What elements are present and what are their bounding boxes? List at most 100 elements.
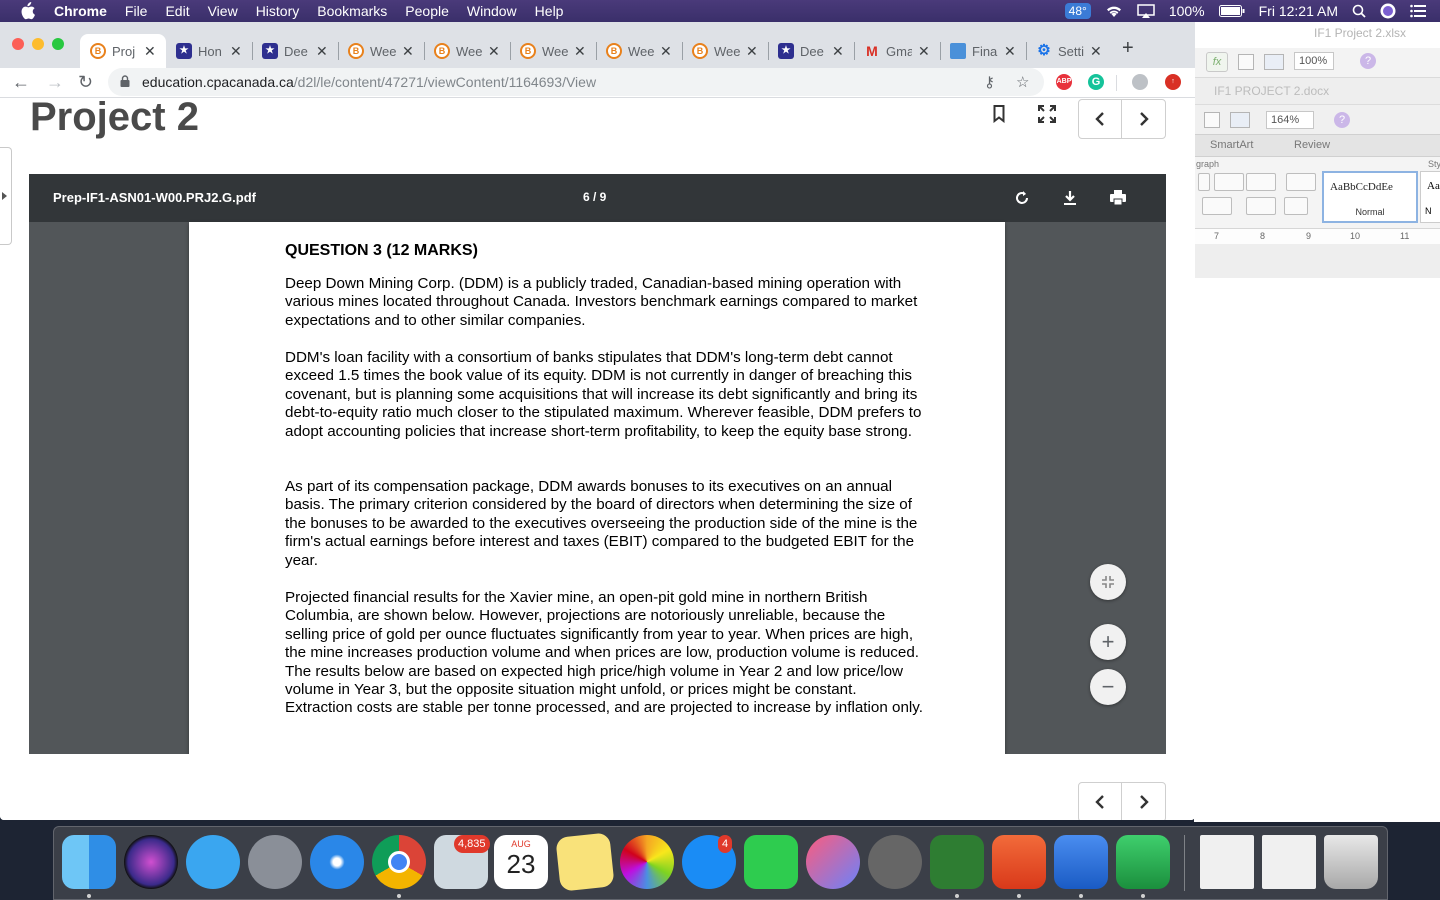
tab-settings[interactable]: ⚙ Setti ✕ (1026, 34, 1112, 68)
menu-history[interactable]: History (256, 3, 300, 19)
print-icon[interactable] (1108, 188, 1128, 208)
notes-icon[interactable] (555, 832, 615, 892)
next-page-button[interactable] (1122, 100, 1165, 138)
bookmark-star-icon[interactable]: ☆ (1016, 73, 1029, 91)
photos-icon[interactable] (620, 835, 674, 889)
reload-icon[interactable]: ↻ (78, 72, 93, 93)
music-icon[interactable] (806, 835, 860, 889)
forward-arrow-icon[interactable]: → (46, 72, 64, 93)
system-preferences-icon[interactable] (868, 835, 922, 889)
menu-clock[interactable]: Fri 12:21 AM (1259, 3, 1338, 19)
excel-zoom-field[interactable]: 100% (1294, 52, 1334, 70)
excel-table-icon[interactable] (1238, 54, 1254, 70)
powerpoint-icon[interactable] (992, 835, 1046, 889)
window-minimize-button[interactable] (32, 38, 44, 50)
menu-view[interactable]: View (208, 3, 238, 19)
tab-home[interactable]: ★ Hon ✕ (166, 34, 252, 68)
notification-center-icon[interactable] (1410, 4, 1426, 18)
menu-help[interactable]: Help (535, 3, 564, 19)
apple-menu-icon[interactable] (18, 2, 36, 20)
borders-icon[interactable] (1246, 197, 1276, 215)
document-stack-icon[interactable] (1200, 835, 1254, 889)
excel-icon[interactable] (1116, 835, 1170, 889)
word-ruler[interactable]: 7 8 9 10 11 (1194, 228, 1440, 244)
excel-gallery-icon[interactable] (1264, 54, 1284, 70)
url-text[interactable]: education.cpacanada.ca/d2l/le/content/47… (142, 74, 596, 90)
excel-fx-icon[interactable]: fx (1206, 52, 1228, 72)
columns-icon[interactable] (1286, 173, 1316, 191)
adblock-icon[interactable]: ABP (1056, 74, 1072, 90)
increase-indent-icon[interactable] (1246, 173, 1276, 191)
ribbon-tab-review[interactable]: Review (1294, 139, 1330, 151)
close-icon[interactable]: ✕ (660, 43, 672, 60)
menu-app-name[interactable]: Chrome (54, 3, 107, 19)
tab-week[interactable]: B Wee ✕ (424, 34, 510, 68)
safari-icon[interactable] (310, 835, 364, 889)
trash-icon[interactable] (1324, 835, 1378, 889)
excel-window-title[interactable]: IF1 Project 2.xlsx (1314, 26, 1406, 40)
menu-people[interactable]: People (405, 3, 449, 19)
style-next[interactable]: Aa N (1420, 171, 1440, 223)
grammarly-icon[interactable]: G (1088, 74, 1104, 90)
list-dropdown-icon[interactable] (1198, 173, 1210, 191)
decrease-indent-icon[interactable] (1214, 173, 1244, 191)
tab-project[interactable]: B Proj ✕ (80, 34, 166, 68)
close-icon[interactable]: ✕ (832, 43, 844, 60)
word-table-icon[interactable] (1204, 112, 1220, 128)
messenger-icon[interactable] (186, 835, 240, 889)
next-page-button[interactable] (1122, 783, 1165, 820)
menu-edit[interactable]: Edit (165, 3, 189, 19)
tab-gmail[interactable]: M Gma ✕ (854, 34, 940, 68)
tab-week[interactable]: B Wee ✕ (338, 34, 424, 68)
spotlight-search-icon[interactable] (1352, 4, 1366, 18)
ribbon-tab-smartart[interactable]: SmartArt (1210, 139, 1253, 151)
menu-bookmarks[interactable]: Bookmarks (317, 3, 387, 19)
rotate-icon[interactable] (1012, 188, 1032, 208)
project-icon[interactable] (930, 835, 984, 889)
chrome-icon[interactable] (372, 835, 426, 889)
profile-avatar[interactable] (1132, 74, 1148, 90)
close-icon[interactable]: ✕ (918, 43, 930, 60)
fullscreen-icon[interactable] (1038, 105, 1056, 123)
window-zoom-button[interactable] (52, 38, 64, 50)
close-icon[interactable]: ✕ (144, 43, 156, 60)
close-icon[interactable]: ✕ (402, 43, 414, 60)
menu-file[interactable]: File (125, 3, 148, 19)
word-gallery-icon[interactable] (1230, 112, 1250, 128)
close-icon[interactable]: ✕ (574, 43, 586, 60)
download-icon[interactable] (1060, 188, 1080, 208)
downloads-stack-icon[interactable] (1262, 835, 1316, 889)
tab-deep-down[interactable]: ★ Dee ✕ (252, 34, 338, 68)
excel-help-icon[interactable]: ? (1360, 53, 1376, 69)
lock-icon[interactable] (120, 75, 130, 87)
shading-icon[interactable] (1284, 197, 1308, 215)
zoom-out-button[interactable]: − (1090, 669, 1126, 705)
close-icon[interactable]: ✕ (1090, 43, 1102, 60)
tab-week[interactable]: B Wee ✕ (682, 34, 768, 68)
tab-week[interactable]: B Wee ✕ (596, 34, 682, 68)
menu-window[interactable]: Window (467, 3, 517, 19)
back-arrow-icon[interactable]: ← (12, 72, 30, 93)
tab-week[interactable]: B Wee ✕ (510, 34, 596, 68)
siri-app-icon[interactable] (124, 835, 178, 889)
line-spacing-icon[interactable] (1202, 197, 1232, 215)
previous-page-button[interactable] (1079, 100, 1123, 138)
bookmark-icon[interactable] (993, 105, 1005, 123)
calendar-icon[interactable]: AUG 23 (494, 835, 548, 889)
siri-icon[interactable] (1380, 3, 1396, 19)
zoom-in-button[interactable]: + (1090, 624, 1126, 660)
close-icon[interactable]: ✕ (1004, 43, 1016, 60)
weather-badge[interactable]: 48° (1064, 3, 1091, 19)
word-help-icon[interactable]: ? (1334, 112, 1350, 128)
close-icon[interactable]: ✕ (488, 43, 500, 60)
key-icon[interactable]: ⚷ (984, 73, 995, 91)
update-icon[interactable]: ↑ (1165, 74, 1181, 90)
style-normal[interactable]: AaBbCcDdEe Normal (1322, 171, 1418, 223)
word-window-title[interactable]: IF1 PROJECT 2.docx (1214, 84, 1329, 98)
close-icon[interactable]: ✕ (316, 43, 328, 60)
tab-finance[interactable]: Fina ✕ (940, 34, 1026, 68)
close-icon[interactable]: ✕ (746, 43, 758, 60)
address-bar[interactable]: education.cpacanada.ca/d2l/le/content/47… (108, 68, 1044, 96)
airplay-icon[interactable] (1137, 4, 1155, 18)
fit-page-button[interactable] (1090, 564, 1126, 600)
